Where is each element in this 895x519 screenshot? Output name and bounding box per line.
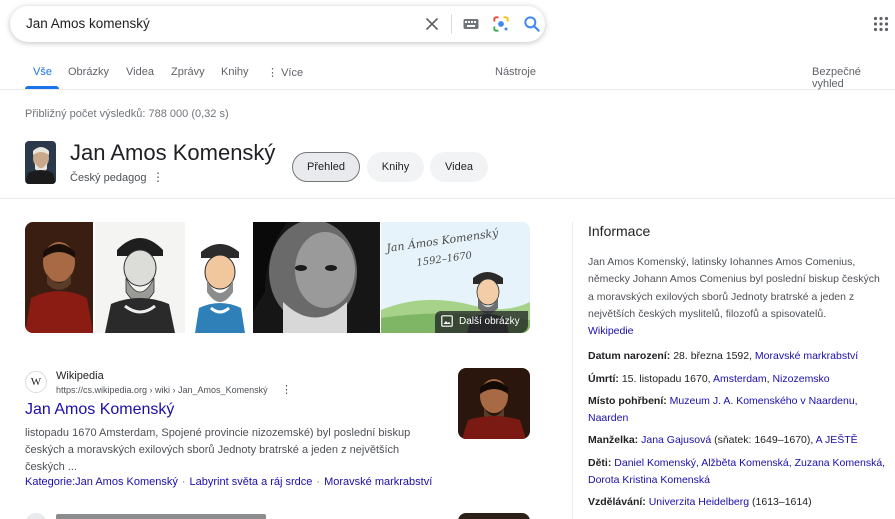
entity-thumbnail[interactable] xyxy=(25,141,56,184)
safesearch-button[interactable]: Bezpečné vyhled xyxy=(812,66,895,90)
tab-images[interactable]: Obrázky xyxy=(68,66,109,78)
tab-more[interactable]: ⋮ Více xyxy=(267,66,303,79)
result-thumbnail[interactable] xyxy=(458,368,530,439)
result-site-name[interactable]: Wikipedia xyxy=(56,370,104,382)
apps-grid-icon[interactable] xyxy=(873,16,889,32)
died-country-link[interactable]: Nizozemsko xyxy=(772,373,829,385)
search-tabs: Vše Obrázky Videa Zprávy Knihy ⋮ Více Ná… xyxy=(0,58,895,90)
header-divider xyxy=(0,198,895,199)
tab-all[interactable]: Vše xyxy=(33,66,52,78)
fact-born: Datum narození: 28. března 1592, Moravsk… xyxy=(588,350,859,362)
result-url[interactable]: https://cs.wikipedia.org › wiki › Jan_Am… xyxy=(56,385,268,395)
search-divider xyxy=(451,14,452,34)
education-link[interactable]: Univerzita Heidelberg xyxy=(649,496,749,508)
next-result-title[interactable] xyxy=(56,514,266,519)
keyboard-icon[interactable] xyxy=(463,17,479,31)
chip-videos[interactable]: Videa xyxy=(430,152,488,182)
fact-burial: Místo pohřbení: Muzeum J. A. Komenského … xyxy=(588,395,858,424)
image-cartoon[interactable] xyxy=(187,222,252,333)
clear-icon[interactable] xyxy=(422,14,442,34)
tab-videos[interactable]: Videa xyxy=(126,66,154,78)
result-sitelinks: Kategorie:Jan Amos Komenský · Labyrint svě… xyxy=(25,476,433,488)
next-result-favicon xyxy=(25,513,47,519)
image-bw-portrait[interactable] xyxy=(253,222,380,333)
died-city-link[interactable]: Amsterdam xyxy=(713,373,767,385)
image-portrait-painting[interactable] xyxy=(25,222,93,333)
wikipedia-favicon-icon: W xyxy=(25,371,47,393)
entity-title: Jan Amos Komenský xyxy=(70,140,276,165)
search-input[interactable]: Jan Amos komenský xyxy=(26,16,150,31)
sitelink-moravia[interactable]: Moravské markrabství xyxy=(324,476,432,488)
result-title-link[interactable]: Jan Amos Komenský xyxy=(25,401,174,419)
search-box[interactable]: Jan Amos komenský xyxy=(10,6,545,42)
spouse-more-link[interactable]: A JEŠTĚ xyxy=(816,434,858,446)
tools-button[interactable]: Nástroje xyxy=(495,66,536,78)
result-more-icon[interactable]: ⋮ xyxy=(281,383,292,396)
image-icon xyxy=(441,315,453,328)
chip-overview[interactable]: Přehled xyxy=(292,152,360,182)
children-links[interactable]: Daniel Komenský, Alžběta Komenská, Zuzan… xyxy=(588,457,885,486)
source-link-wikipedie[interactable]: Wikipedie xyxy=(588,325,634,337)
more-images-button[interactable]: Další obrázky xyxy=(435,311,528,333)
fact-spouse: Manželka: Jana Gajusová (sňatek: 1649–16… xyxy=(588,434,858,446)
sitelink-labyrint[interactable]: Labyrint světa a ráj srdce xyxy=(190,476,313,488)
spouse-link[interactable]: Jana Gajusová xyxy=(641,434,711,446)
result-stats: Přibližný počet výsledků: 788 000 (0,32 … xyxy=(25,108,229,120)
sitelink-category[interactable]: Kategorie:Jan Amos Komenský xyxy=(25,476,178,488)
knowledge-panel-title: Informace xyxy=(588,223,651,239)
fact-education: Vzdělávání: Univerzita Heidelberg (1613–… xyxy=(588,496,812,508)
entity-subtitle: Český pedagog xyxy=(70,172,147,184)
search-icon[interactable] xyxy=(522,14,542,34)
result-snippet: listopadu 1670 Amsterdam, Spojené provin… xyxy=(25,427,411,473)
knowledge-panel-description: Jan Amos Komenský, latinsky Iohannes Amo… xyxy=(588,256,880,338)
tab-news[interactable]: Zprávy xyxy=(171,66,205,78)
chip-books[interactable]: Knihy xyxy=(367,152,424,182)
fact-died: Úmrtí: 15. listopadu 1670, Amsterdam, Ni… xyxy=(588,373,830,385)
image-engraving[interactable] xyxy=(95,222,185,333)
knowledge-panel-divider xyxy=(572,222,573,519)
born-place-link[interactable]: Moravské markrabství xyxy=(755,350,858,362)
active-tab-indicator xyxy=(25,86,59,89)
tab-books[interactable]: Knihy xyxy=(221,66,249,78)
google-lens-icon[interactable] xyxy=(491,14,511,34)
next-result-thumbnail[interactable] xyxy=(458,513,530,519)
more-options-icon[interactable]: ⋮ xyxy=(152,170,164,184)
more-vert-icon: ⋮ xyxy=(267,67,282,79)
fact-children: Děti: Daniel Komenský, Alžběta Komenská,… xyxy=(588,457,886,486)
